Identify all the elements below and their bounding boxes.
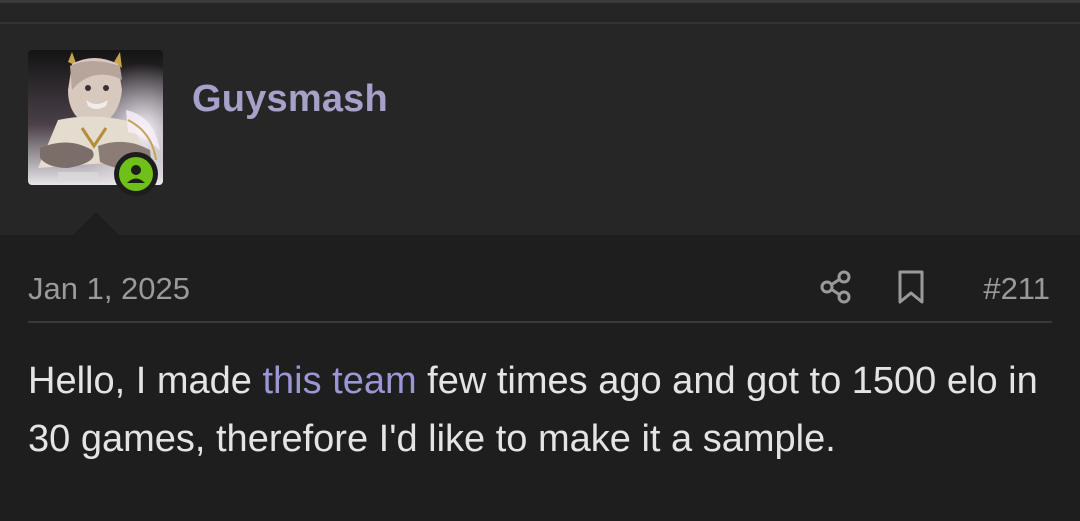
post-date[interactable]: Jan 1, 2025: [28, 271, 190, 307]
post-body: Hello, I made this team few times ago an…: [28, 352, 1058, 468]
post-container: Jan 1, 2025 #211 Hello, I made this team…: [0, 235, 1080, 521]
user-header: Guysmash: [0, 24, 1080, 235]
user-status-icon: [119, 157, 153, 191]
post-text-before: Hello, I made: [28, 360, 263, 402]
top-border: [0, 0, 1080, 24]
share-icon[interactable]: [818, 269, 854, 305]
message-pointer-arrow: [72, 212, 120, 236]
post-number-link[interactable]: #211: [983, 271, 1050, 307]
online-status-badge: [114, 152, 158, 196]
post-meta-bar: Jan 1, 2025 #211: [28, 269, 1052, 323]
top-divider: [0, 0, 1080, 3]
bookmark-icon[interactable]: [896, 269, 926, 305]
avatar-container[interactable]: [28, 50, 163, 196]
team-link[interactable]: this team: [262, 360, 416, 402]
username-link[interactable]: Guysmash: [192, 78, 388, 121]
